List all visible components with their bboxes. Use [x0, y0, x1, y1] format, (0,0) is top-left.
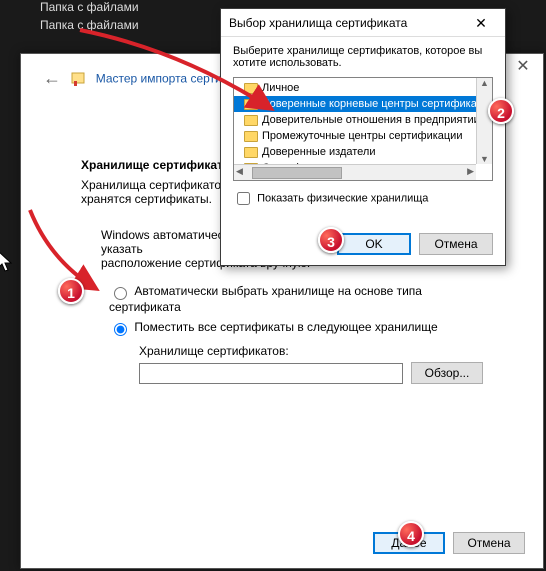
tree-item[interactable]: Промежуточные центры сертификации: [234, 128, 492, 144]
folder-icon: [244, 83, 258, 94]
store-tree: Личное Доверенные корневые центры сертифи…: [233, 77, 493, 181]
tree-item-label: Личное: [262, 82, 299, 94]
folder-icon: [244, 99, 258, 110]
close-icon[interactable]: ✕: [465, 9, 497, 37]
annotation-marker-1: 1: [58, 278, 84, 304]
radio-place-label: Поместить все сертификаты в следующее хр…: [134, 320, 437, 334]
cursor-icon: [0, 250, 15, 277]
folder-icon: [244, 147, 258, 158]
tree-item-label: Доверительные отношения в предприятии: [262, 114, 480, 126]
radio-place-row[interactable]: Поместить все сертификаты в следующее хр…: [109, 320, 483, 336]
scrollbar-horizontal[interactable]: [234, 164, 476, 180]
cancel-button[interactable]: Отмена: [419, 233, 493, 255]
tree-item[interactable]: Доверенные издатели: [234, 144, 492, 160]
tree-item-label: Промежуточные центры сертификации: [262, 130, 462, 142]
dialog-title: Выбор хранилища сертификата: [229, 9, 407, 37]
close-icon[interactable]: ✕: [503, 54, 543, 82]
folder-icon: [244, 115, 258, 126]
radio-auto[interactable]: [114, 287, 127, 300]
radio-place[interactable]: [114, 323, 127, 336]
tree-item[interactable]: Личное: [234, 80, 492, 96]
show-physical-checkbox[interactable]: [237, 192, 250, 205]
show-physical-row[interactable]: Показать физические хранилища: [233, 189, 493, 208]
annotation-marker-3: 3: [318, 227, 344, 253]
cancel-button[interactable]: Отмена: [453, 532, 525, 554]
ok-button[interactable]: OK: [337, 233, 411, 255]
radio-auto-label: Автоматически выбрать хранилище на основ…: [109, 284, 422, 314]
back-arrow-icon[interactable]: ←: [43, 68, 61, 89]
store-select-dialog: Выбор хранилища сертификата ✕ Выберите х…: [220, 8, 506, 266]
certificate-icon: [70, 71, 86, 87]
annotation-marker-2: 2: [488, 98, 514, 124]
folder-icon: [244, 131, 258, 142]
tree-item-label: Доверенные корневые центры сертификации: [262, 98, 493, 110]
dialog-instruction: Выберите хранилище сертификатов, которое…: [233, 45, 493, 69]
annotation-marker-4: 4: [398, 521, 424, 547]
store-input[interactable]: [139, 363, 403, 384]
tree-item-label: Доверенные издатели: [262, 146, 375, 158]
show-physical-label: Показать физические хранилища: [257, 192, 428, 204]
tree-item[interactable]: Доверенные корневые центры сертификации: [234, 96, 492, 112]
scrollbar-vertical[interactable]: [476, 78, 492, 164]
browse-button[interactable]: Обзор...: [411, 362, 483, 384]
store-label: Хранилище сертификатов:: [139, 344, 483, 358]
radio-auto-row[interactable]: Автоматически выбрать хранилище на основ…: [109, 284, 483, 314]
section-desc: хранятся сертификаты.: [81, 192, 212, 206]
tree-item[interactable]: Доверительные отношения в предприятии: [234, 112, 492, 128]
